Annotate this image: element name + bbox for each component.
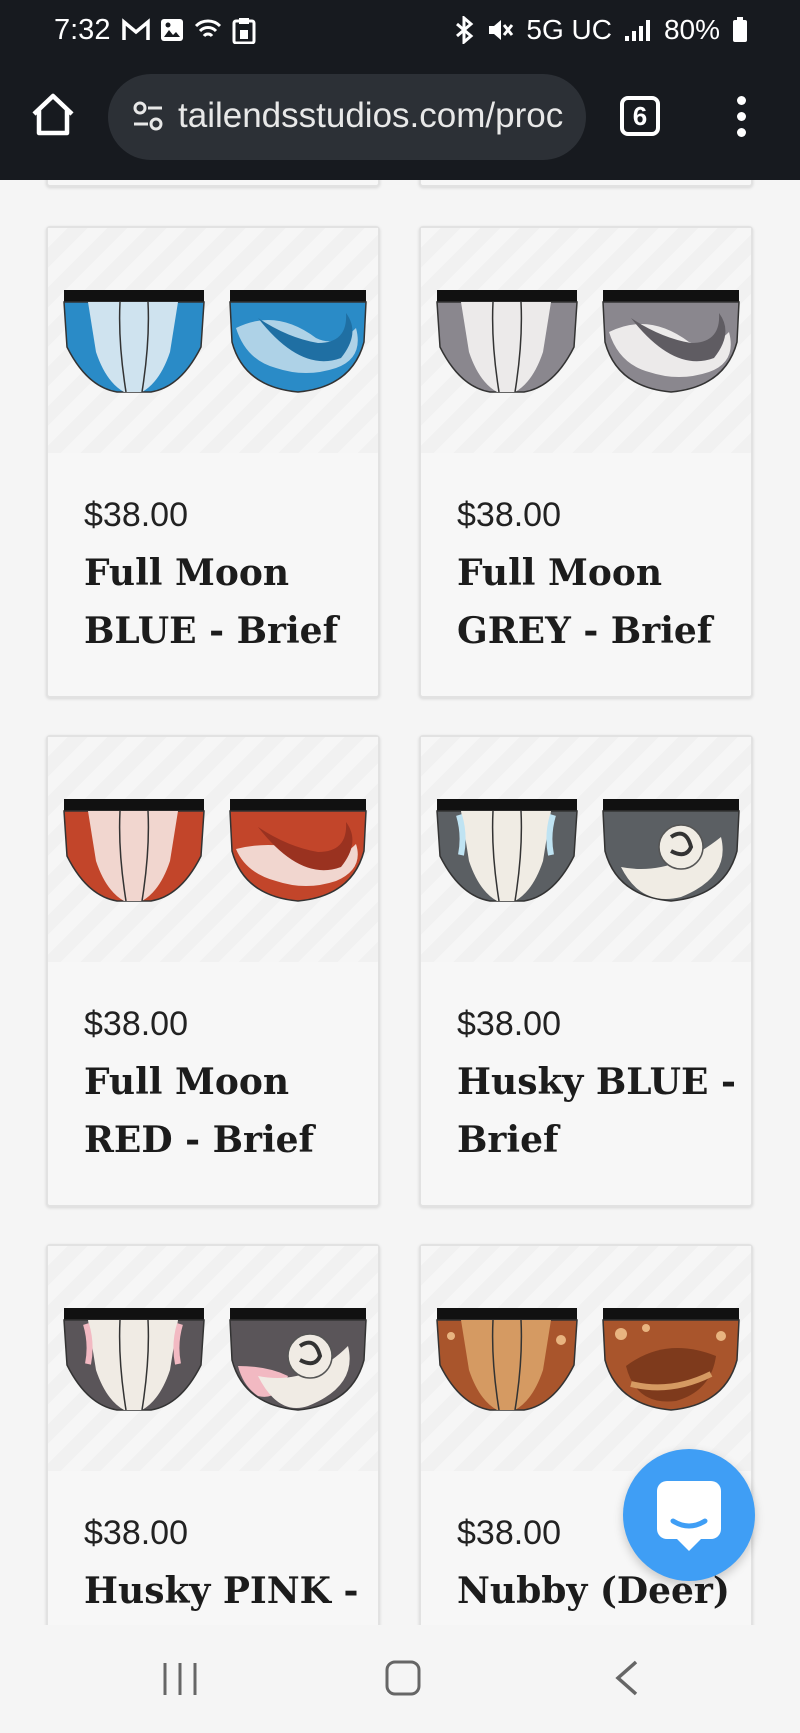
- product-name[interactable]: Full Moon GREY - Brief: [457, 544, 737, 660]
- product-card-partial[interactable]: [46, 180, 380, 187]
- home-button-icon[interactable]: [384, 1659, 422, 1697]
- product-card[interactable]: $38.00 Full Moon BLUE - Brief: [46, 226, 380, 698]
- product-price: $38.00: [457, 1514, 561, 1552]
- notification-icons: [122, 18, 256, 44]
- product-image[interactable]: [48, 228, 378, 453]
- product-card[interactable]: $38.00 Full Moon RED - Brief: [46, 735, 380, 1207]
- tab-switcher-button[interactable]: 6: [620, 96, 660, 136]
- product-card[interactable]: $38.00 Full Moon GREY - Brief: [419, 226, 753, 698]
- signal-icon: [624, 20, 650, 41]
- product-price: $38.00: [457, 496, 561, 534]
- home-icon[interactable]: [30, 92, 76, 136]
- product-image[interactable]: [421, 737, 751, 962]
- site-settings-icon[interactable]: [130, 98, 166, 134]
- clipboard-icon: [232, 18, 256, 44]
- product-card[interactable]: $38.00 Husky PINK -: [46, 1244, 380, 1625]
- product-image[interactable]: [421, 228, 751, 453]
- product-name[interactable]: Full Moon BLUE - Brief: [84, 544, 364, 660]
- product-price: $38.00: [84, 496, 188, 534]
- product-price: $38.00: [84, 1005, 188, 1043]
- status-right: 5G UC 80%: [454, 14, 748, 46]
- product-price: $38.00: [457, 1005, 561, 1043]
- chat-button[interactable]: [623, 1449, 755, 1581]
- network-label: 5G UC: [526, 14, 612, 45]
- product-name[interactable]: Husky PINK -: [84, 1562, 364, 1620]
- bluetooth-icon: [456, 16, 474, 44]
- status-time: 7:32: [54, 14, 111, 46]
- wifi-icon: [194, 19, 222, 38]
- product-card[interactable]: $38.00 Husky BLUE - Brief: [419, 735, 753, 1207]
- product-image[interactable]: [48, 1246, 378, 1471]
- battery-label: 80%: [663, 14, 720, 45]
- product-image[interactable]: [421, 1246, 751, 1471]
- system-nav-bar: [0, 1625, 800, 1733]
- product-name[interactable]: Full Moon RED - Brief: [84, 1053, 364, 1169]
- product-card-partial[interactable]: [419, 180, 753, 187]
- product-grid: $38.00 Full Moon BLUE - Brief $38.00 Ful…: [0, 180, 800, 1625]
- status-bar: 7:32 5G UC 80%: [0, 0, 800, 70]
- address-bar[interactable]: tailendsstudios.com/proc: [108, 74, 586, 160]
- product-name[interactable]: Husky BLUE - Brief: [457, 1053, 737, 1169]
- recent-apps-icon[interactable]: [160, 1661, 200, 1697]
- browser-top-bar: 7:32 5G UC 80% tailendsstudios.com/proc …: [0, 0, 800, 180]
- battery-icon: [733, 17, 747, 42]
- mute-icon: [489, 20, 514, 40]
- gallery-icon: [161, 19, 183, 41]
- product-price: $38.00: [84, 1514, 188, 1552]
- gmail-icon: [122, 18, 150, 40]
- url-text[interactable]: tailendsstudios.com/proc: [178, 96, 573, 136]
- chat-icon: [657, 1481, 721, 1551]
- overflow-menu-icon[interactable]: [737, 96, 747, 144]
- back-icon[interactable]: [612, 1659, 642, 1697]
- product-image[interactable]: [48, 737, 378, 962]
